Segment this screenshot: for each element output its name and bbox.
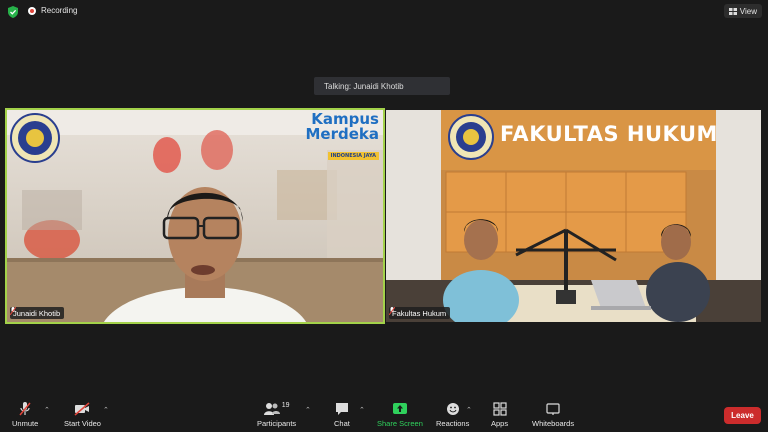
security-shield-icon[interactable] bbox=[8, 6, 18, 18]
talking-banner: Talking: Junaidi Khotib bbox=[314, 77, 450, 95]
participant-name-label: Junaidi Khotib bbox=[10, 307, 65, 319]
apps-icon bbox=[492, 402, 507, 416]
mic-muted-icon bbox=[19, 402, 31, 416]
top-bar: Recording View bbox=[0, 0, 768, 24]
share-screen-icon bbox=[392, 403, 407, 414]
video-tile-junaidi-khotib[interactable]: Kampus Merdeka INDONESIA JAYA Junaidi Kh… bbox=[5, 108, 385, 324]
view-label: View bbox=[739, 6, 757, 16]
video-options-chevron-icon[interactable]: ⌃ bbox=[103, 406, 109, 414]
apps-button[interactable]: Apps bbox=[491, 402, 508, 428]
chat-options-chevron-icon[interactable]: ⌃ bbox=[359, 406, 365, 414]
whiteboard-icon bbox=[546, 403, 560, 415]
view-button[interactable]: View bbox=[723, 4, 762, 18]
participants-count: 19 bbox=[281, 402, 290, 409]
video-tile-fakultas-hukum[interactable]: FAKULTAS HUKUM Fakultas Hukum bbox=[386, 110, 761, 322]
mic-muted-icon bbox=[389, 307, 395, 315]
participants-icon bbox=[263, 403, 280, 415]
whiteboards-button[interactable]: Whiteboards bbox=[532, 402, 574, 428]
chat-icon bbox=[335, 403, 348, 415]
mic-muted-icon bbox=[10, 307, 16, 315]
chat-button[interactable]: Chat bbox=[334, 402, 350, 428]
kampus-merdeka-logo: Kampus Merdeka INDONESIA JAYA bbox=[305, 110, 379, 160]
start-video-button[interactable]: Start Video bbox=[64, 402, 101, 428]
audio-options-chevron-icon[interactable]: ⌃ bbox=[44, 406, 50, 414]
participant-name-label: Fakultas Hukum bbox=[389, 307, 451, 319]
reactions-options-chevron-icon[interactable]: ⌃ bbox=[466, 406, 472, 414]
leave-button[interactable]: Leave bbox=[724, 407, 761, 424]
reactions-icon bbox=[446, 403, 459, 415]
wall-sign: FAKULTAS HUKUM bbox=[500, 122, 718, 146]
meeting-toolbar: Unmute ⌃ Start Video ⌃ 19 Participants ⌃… bbox=[0, 396, 768, 432]
record-icon bbox=[28, 6, 36, 15]
recording-label: Recording bbox=[41, 6, 78, 15]
share-screen-button[interactable]: Share Screen bbox=[377, 402, 423, 428]
participants-options-chevron-icon[interactable]: ⌃ bbox=[305, 406, 311, 414]
participants-button[interactable]: 19 Participants bbox=[257, 402, 296, 428]
grid-icon bbox=[728, 7, 737, 15]
video-off-icon bbox=[74, 402, 90, 416]
reactions-button[interactable]: Reactions bbox=[436, 402, 469, 428]
recording-indicator[interactable]: Recording bbox=[28, 6, 77, 15]
unmute-button[interactable]: Unmute bbox=[12, 402, 38, 428]
